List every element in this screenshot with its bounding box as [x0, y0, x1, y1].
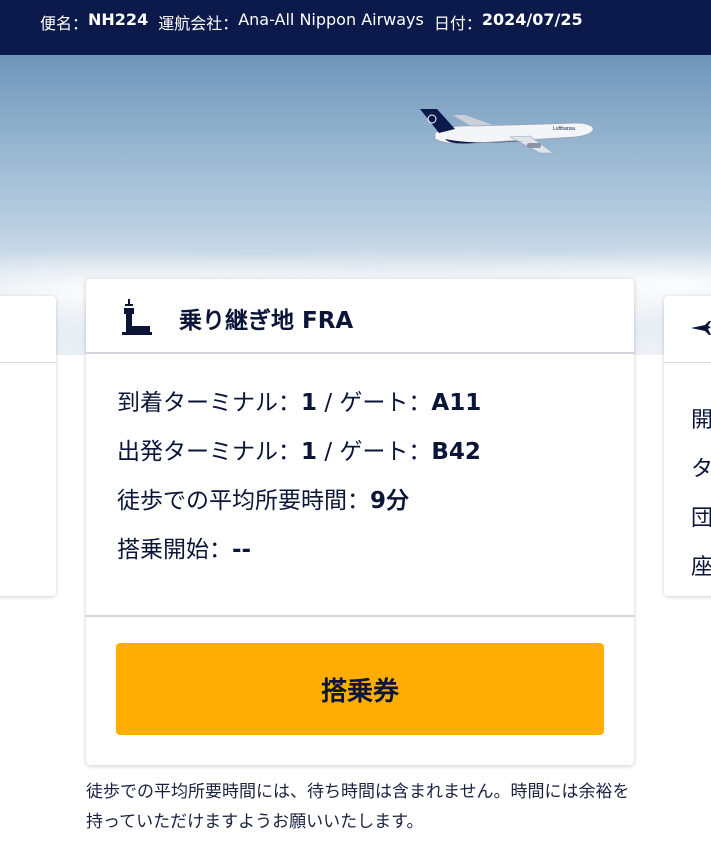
walk-time-label: 徒歩での平均所要時間： — [117, 488, 370, 514]
boarding-pass-button[interactable]: 搭乗券 — [116, 643, 604, 735]
card-divider — [0, 362, 56, 363]
boarding-time-value: -- — [232, 537, 252, 563]
arrival-info-row: 到着ターミナル：1 / ゲート：A11 — [117, 389, 481, 438]
next-leg-card[interactable]: 開 タ 団 座 — [664, 296, 711, 596]
next-leg-char: 開 — [691, 408, 711, 433]
carrier-name: Ana-All Nippon Airways — [238, 10, 424, 29]
arrival-gate-label: / ゲート： — [317, 390, 432, 416]
departure-gate-label: / ゲート： — [317, 439, 432, 465]
transfer-details: 到着ターミナル：1 / ゲート：A11 出発ターミナル：1 / ゲート：B42 … — [117, 389, 481, 585]
departure-gate-value: B42 — [431, 439, 481, 465]
transfer-card-title: 乗り継ぎ地 FRA — [179, 308, 354, 334]
flight-date: 2024/07/25 — [481, 10, 583, 29]
departure-info-row: 出発ターミナル：1 / ゲート：B42 — [117, 438, 481, 487]
next-leg-char: 座 — [691, 555, 711, 580]
arrival-terminal-value: 1 — [301, 390, 318, 416]
svg-text:Lufthansa: Lufthansa — [553, 126, 575, 132]
flight-number-label: 便名： — [40, 14, 89, 33]
departure-terminal-value: 1 — [301, 439, 318, 465]
walk-time-note: 徒歩での平均所要時間には、待ち時間は含まれません。時間には余裕を持っていただけま… — [86, 782, 630, 832]
carrier-label: 運航会社： — [158, 14, 239, 33]
walk-time-row: 徒歩での平均所要時間：9分 — [117, 487, 481, 536]
control-tower-icon — [122, 299, 152, 335]
flight-info-bar: 便名： NH224 運航会社： Ana-All Nippon Airways 日… — [0, 0, 711, 55]
card-divider — [664, 362, 711, 363]
next-leg-char: タ — [691, 457, 711, 482]
next-leg-char: 団 — [691, 506, 711, 531]
arrival-gate-value: A11 — [431, 390, 482, 416]
arrival-terminal-label: 到着ターミナル： — [117, 390, 301, 416]
next-leg-text: 開 タ 団 座 — [691, 396, 711, 592]
airplane-image: Lufthansa — [420, 109, 594, 154]
transfer-card-header: 乗り継ぎ地 FRA — [86, 279, 634, 354]
boarding-time-row: 搭乗開始：-- — [117, 536, 481, 585]
flight-number: NH224 — [88, 10, 149, 29]
airplane-icon — [691, 321, 711, 335]
transfer-card: 乗り継ぎ地 FRA 到着ターミナル：1 / ゲート：A11 出発ターミナル：1 … — [86, 279, 634, 765]
date-label: 日付： — [433, 14, 482, 33]
previous-leg-card[interactable] — [0, 296, 56, 596]
departure-terminal-label: 出発ターミナル： — [117, 439, 301, 465]
walk-time-value: 9分 — [370, 488, 410, 514]
boarding-time-label: 搭乗開始： — [117, 537, 232, 563]
card-divider — [86, 615, 634, 617]
